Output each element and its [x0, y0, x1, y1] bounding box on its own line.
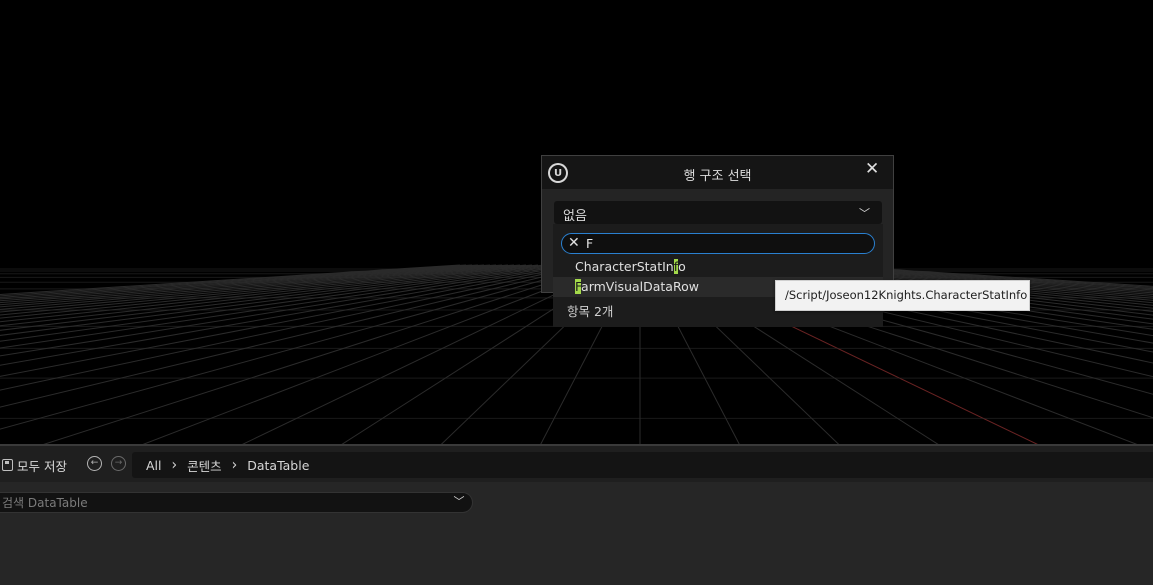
breadcrumb: All › 콘텐츠 › DataTable: [132, 452, 1153, 478]
content-browser-toolbar: 모두 저장 ← → All › 콘텐츠 › DataTable: [0, 446, 1153, 482]
clear-filter-icon[interactable]: ✕: [568, 235, 580, 251]
struct-path-tooltip: /Script/Joseon12Knights.CharacterStatInf…: [775, 280, 1030, 311]
grid-line: [0, 264, 461, 295]
item-count: 항목 2개: [567, 304, 614, 319]
item-text: CharacterStatIn: [575, 259, 674, 274]
dialog-title-bar[interactable]: U 행 구조 선택 ✕: [542, 156, 893, 189]
item-text: o: [678, 259, 686, 274]
filter-box[interactable]: ✕: [561, 233, 875, 254]
dialog-title: 행 구조 선택: [683, 169, 752, 184]
grid-line: [0, 264, 467, 297]
back-icon[interactable]: ←: [87, 456, 102, 471]
forward-icon[interactable]: →: [111, 456, 126, 471]
save-all-button[interactable]: 모두 저장: [2, 456, 67, 474]
content-browser: 모두 저장 ← → All › 콘텐츠 › DataTable ﹀: [0, 444, 1153, 585]
content-search-box[interactable]: ﹀: [0, 492, 473, 513]
chevron-right-icon[interactable]: ›: [232, 456, 238, 474]
chevron-down-icon[interactable]: ﹀: [453, 496, 465, 508]
breadcrumb-all[interactable]: All: [146, 458, 162, 473]
struct-dropdown-list: ✕ CharacterStatInfo FarmVisualDataRow 항목…: [553, 224, 883, 327]
row-struct-combo[interactable]: 없음 ﹀: [554, 201, 882, 224]
close-icon[interactable]: ✕: [865, 161, 879, 178]
combo-value: 없음: [563, 209, 587, 224]
search-input[interactable]: [2, 494, 432, 511]
item-text: armVisualDataRow: [581, 279, 699, 294]
chevron-right-icon[interactable]: ›: [172, 456, 178, 474]
breadcrumb-datatable[interactable]: DataTable: [247, 458, 309, 473]
save-all-label: 모두 저장: [17, 458, 67, 474]
breadcrumb-content[interactable]: 콘텐츠: [187, 456, 222, 475]
chevron-down-icon: ﹀: [859, 207, 870, 220]
save-icon: [2, 459, 13, 471]
filter-input[interactable]: [586, 235, 866, 251]
list-item[interactable]: CharacterStatInfo: [575, 257, 891, 277]
